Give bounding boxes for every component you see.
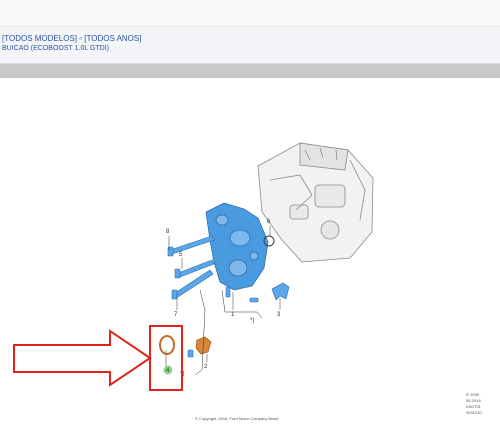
group-subtitle[interactable]: BUICAO (ECOBOOST 1.0L GTDI) bbox=[2, 45, 109, 52]
breadcrumb[interactable]: [TODOS MODELOS] ▫ [TODOS ANOS] bbox=[2, 34, 141, 43]
top-strip bbox=[0, 0, 500, 27]
callout-7[interactable]: 7 bbox=[174, 312, 178, 318]
meta-line: 3031010 bbox=[466, 410, 482, 415]
front-cover bbox=[205, 202, 269, 291]
engine-block bbox=[257, 142, 374, 263]
highlight-arrow bbox=[13, 329, 152, 387]
copyright-text: © Copyright, 2016, Ford Motor Company Br… bbox=[195, 416, 279, 421]
callout-1[interactable]: 1 bbox=[231, 312, 235, 318]
callout-5[interactable]: 5 bbox=[179, 252, 183, 258]
callout-2[interactable]: 2 bbox=[204, 364, 208, 370]
side-mark: *) bbox=[250, 318, 254, 324]
diagram-meta: R 1095 05-2016 E8GT01 3031010 bbox=[466, 392, 482, 416]
callout-8[interactable]: 8 bbox=[166, 229, 170, 235]
callout-3[interactable]: 3 bbox=[277, 312, 281, 318]
toolbar-bar bbox=[0, 64, 500, 78]
parts-diagram: 8 6 5 7 1 3 2 *) *) 4 bbox=[13, 142, 374, 391]
gasket-ring bbox=[159, 335, 175, 355]
